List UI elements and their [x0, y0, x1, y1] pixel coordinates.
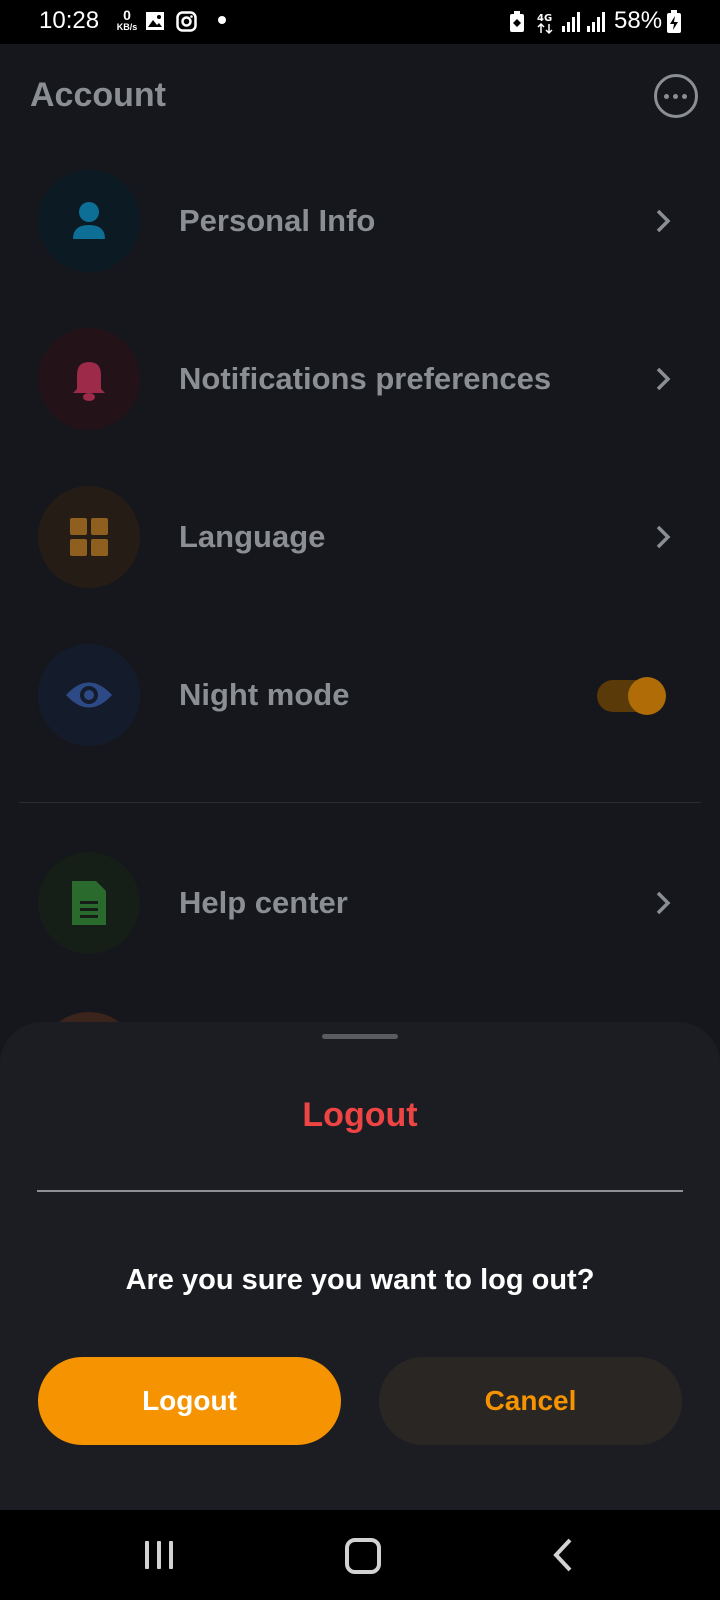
net-speed-value: 0 [123, 7, 131, 23]
logout-confirm-message: Are you sure you want to log out? [125, 1264, 595, 1296]
notifications-icon-circle [38, 328, 140, 430]
menu-item-language[interactable]: Language [0, 486, 720, 590]
night-mode-toggle[interactable] [597, 677, 666, 715]
recents-icon[interactable] [145, 1541, 175, 1569]
cancel-button[interactable]: Cancel [379, 1357, 682, 1445]
language-icon-circle [38, 486, 140, 588]
more-options-button[interactable] [654, 74, 698, 118]
notification-dot [218, 16, 226, 24]
menu-item-personal-info[interactable]: Personal Info [0, 170, 720, 274]
eye-icon [66, 682, 112, 708]
chevron-right-icon [656, 891, 671, 915]
night-mode-icon-circle [38, 644, 140, 746]
status-bar: 10:28 0 KB/s 4G 58% [0, 0, 720, 44]
sheet-title: Logout [302, 1096, 418, 1134]
battery-charging-icon [667, 10, 681, 33]
logout-bottom-sheet: Logout Are you sure you want to log out?… [0, 1022, 720, 1510]
toggle-knob [628, 677, 666, 715]
instagram-icon [176, 11, 197, 32]
signal-icon-1 [562, 12, 580, 32]
grid-icon [70, 518, 108, 556]
menu-item-label: Help center [179, 885, 348, 920]
personal-info-icon-circle [38, 170, 140, 272]
bell-icon [73, 362, 105, 401]
system-nav-bar [0, 1510, 720, 1600]
menu-item-label: Personal Info [179, 203, 376, 238]
more-dot [664, 94, 669, 99]
help-center-icon-circle [38, 852, 140, 954]
signal-icon-2 [587, 12, 605, 32]
status-time: 10:28 [39, 7, 100, 34]
net-speed-unit: KB/s [116, 22, 138, 32]
recents-bar [157, 1541, 161, 1569]
battery-percent: 58% [614, 7, 663, 34]
gallery-icon [146, 12, 164, 30]
battery-saver-icon [510, 11, 524, 32]
menu-item-help-center[interactable]: Help center [0, 852, 720, 956]
person-icon [73, 202, 105, 239]
network-4g-icon: 4G [537, 13, 553, 35]
recents-bar [145, 1541, 149, 1569]
more-dot [682, 94, 687, 99]
svg-text:4G: 4G [537, 13, 552, 24]
more-dot [673, 94, 678, 99]
sheet-divider [37, 1190, 683, 1192]
chevron-right-icon [656, 525, 671, 549]
menu-item-label: Notifications preferences [179, 361, 552, 396]
page-title: Account [30, 76, 166, 114]
recents-bar [169, 1541, 173, 1569]
menu-item-label: Night mode [179, 677, 350, 712]
menu-item-night-mode: Night mode [0, 644, 720, 748]
sheet-drag-handle[interactable] [322, 1034, 398, 1039]
menu-item-label: Language [179, 519, 326, 554]
menu-item-notifications[interactable]: Notifications preferences [0, 328, 720, 432]
chevron-right-icon [656, 209, 671, 233]
document-icon [72, 881, 106, 925]
net-speed: 0 KB/s [114, 8, 140, 33]
chevron-right-icon [656, 367, 671, 391]
logout-button[interactable]: Logout [38, 1357, 341, 1445]
back-icon[interactable] [552, 1537, 574, 1573]
section-divider [19, 802, 701, 803]
home-icon[interactable] [345, 1538, 381, 1574]
